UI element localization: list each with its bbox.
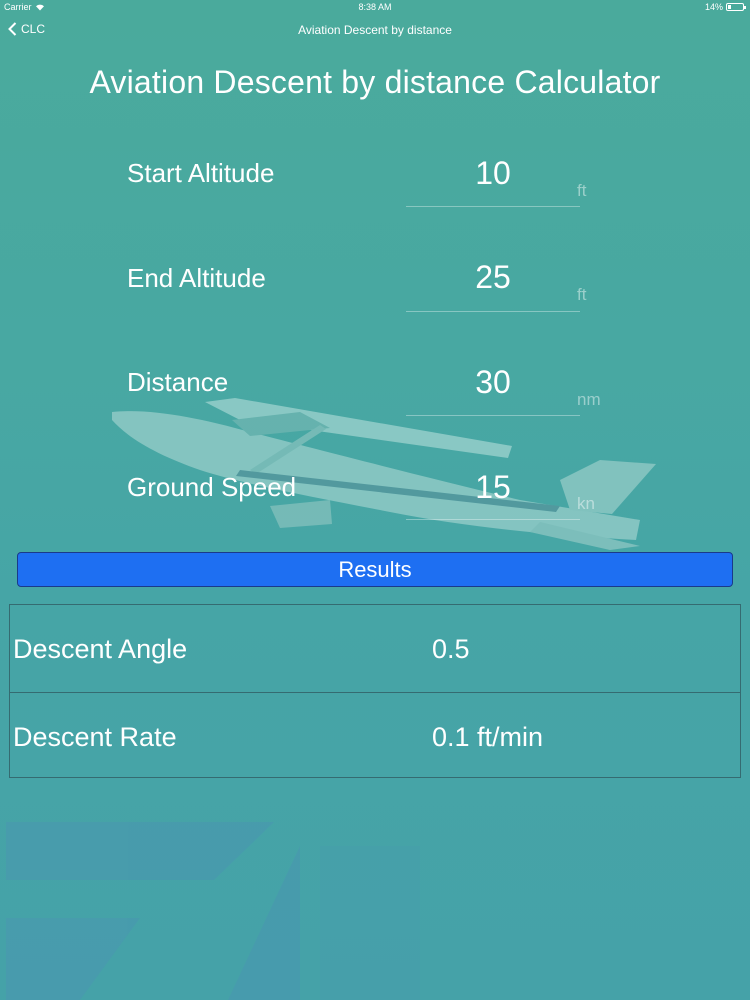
background-decoration	[6, 398, 656, 1000]
ground-speed-unit: kn	[577, 494, 595, 513]
distance-input[interactable]: 30	[408, 364, 578, 401]
descent-rate-label: Descent Rate	[13, 722, 177, 752]
distance-unit: nm	[577, 390, 601, 409]
table-row: Descent Rate 0.1 ft/min	[10, 692, 740, 778]
nav-title: Aviation Descent by distance	[298, 23, 452, 37]
battery-indicator: 14%	[704, 2, 746, 12]
descent-angle-value: 0.5	[432, 634, 470, 664]
end-altitude-unit: ft	[577, 285, 587, 304]
page-title: Aviation Descent by distance Calculator	[89, 64, 661, 100]
descent-rate-value: 0.1 ft/min	[432, 722, 544, 752]
ground-speed-underline	[406, 519, 580, 520]
results-table: Descent Angle 0.5 Descent Rate 0.1 ft/mi…	[9, 604, 741, 778]
start-altitude-label: Start Altitude	[127, 158, 275, 188]
start-altitude-underline	[406, 206, 580, 207]
logo-watermark	[6, 822, 420, 1000]
end-altitude-label: End Altitude	[127, 263, 266, 293]
start-altitude-unit: ft	[577, 181, 587, 200]
navigation-bar: CLC Aviation Descent by distance	[0, 14, 750, 46]
battery-percent: 14%	[704, 2, 723, 12]
descent-angle-label: Descent Angle	[13, 634, 188, 664]
ground-speed-label: Ground Speed	[127, 472, 297, 502]
end-altitude-underline	[406, 311, 580, 312]
status-time: 8:38 AM	[358, 2, 392, 12]
table-row: Descent Angle 0.5	[10, 605, 740, 691]
status-bar: Carrier 8:38 AM 14%	[0, 0, 750, 14]
start-altitude-input[interactable]: 10	[408, 155, 578, 192]
ground-speed-input[interactable]: 15	[408, 469, 578, 506]
results-button[interactable]: Results	[17, 552, 733, 587]
battery-icon	[726, 3, 746, 11]
end-altitude-input[interactable]: 25	[408, 259, 578, 296]
distance-underline	[406, 415, 580, 416]
distance-label: Distance	[127, 367, 229, 397]
